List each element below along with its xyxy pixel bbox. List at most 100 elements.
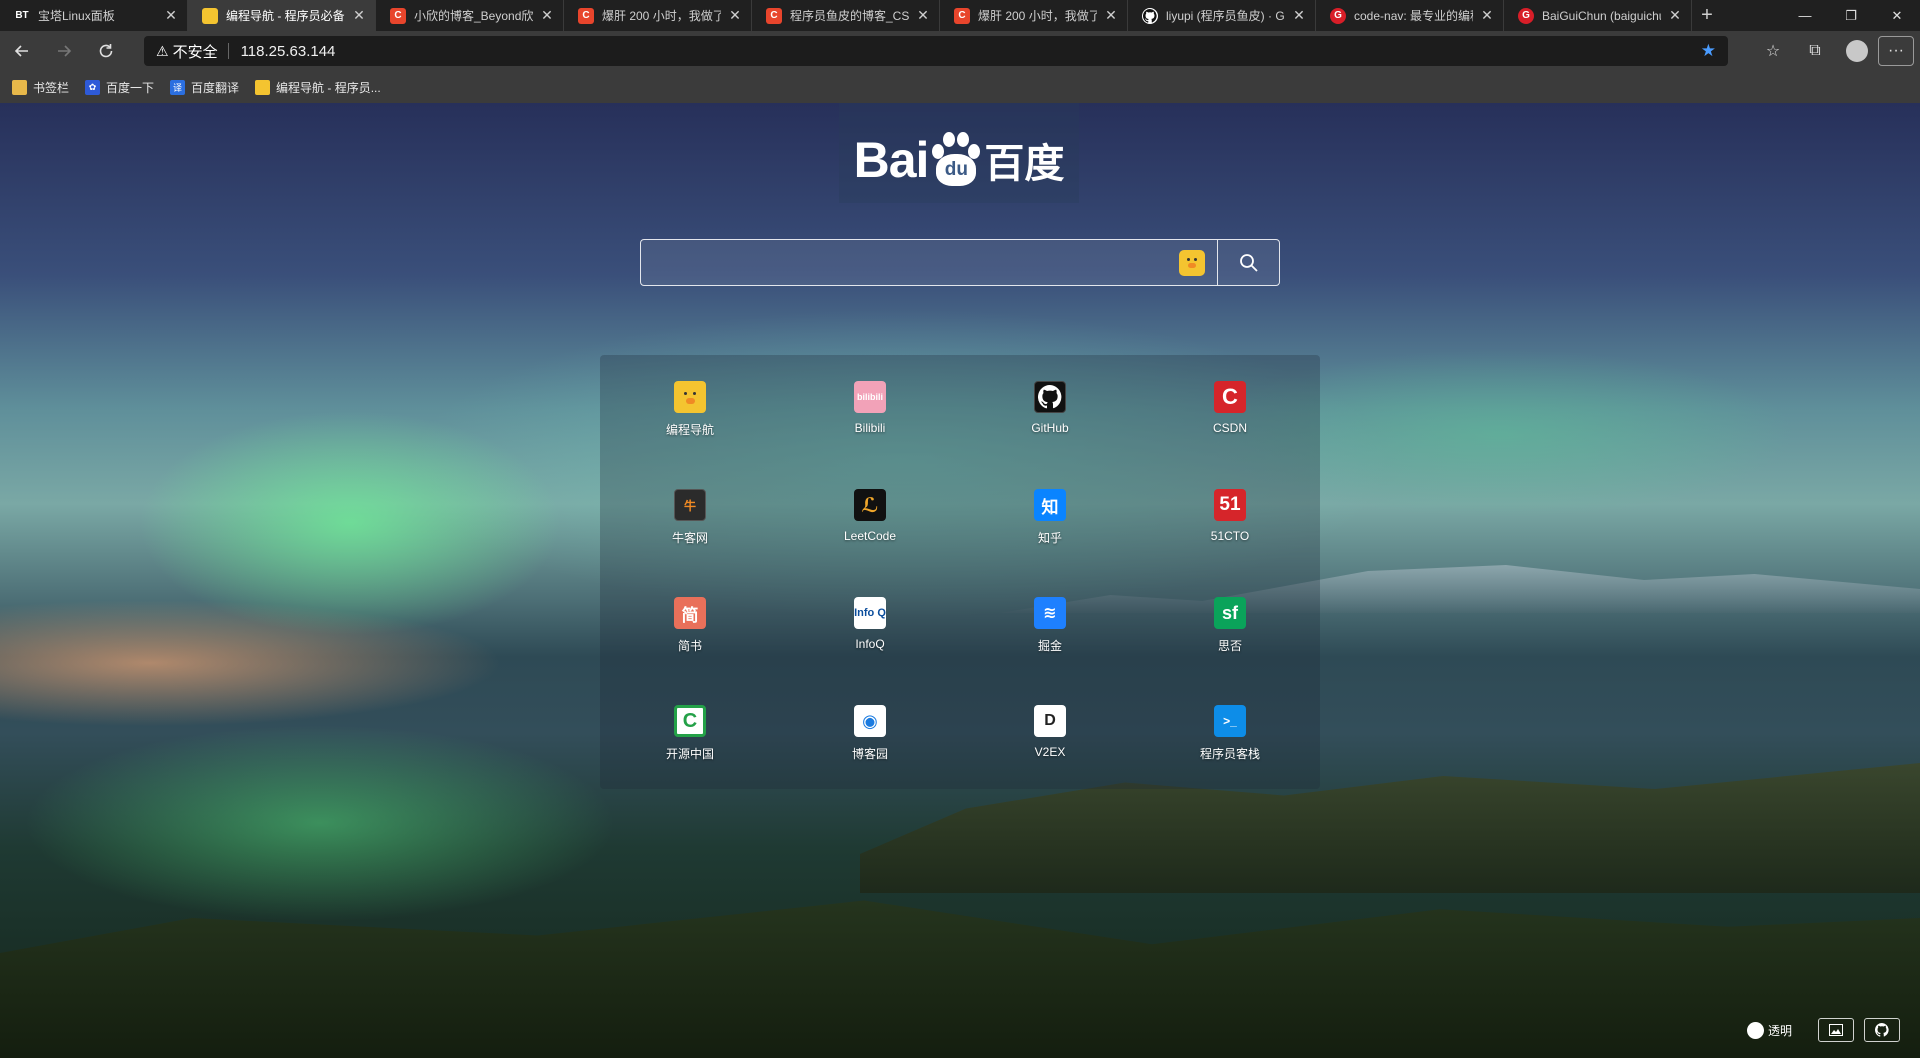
site-tile[interactable]: bilibili Bilibili	[810, 373, 930, 453]
51cto-icon: 51	[1214, 489, 1246, 521]
security-label[interactable]: 不安全	[173, 41, 218, 62]
github-button[interactable]	[1864, 1018, 1900, 1042]
site-tile[interactable]: 51 51CTO	[1170, 481, 1290, 561]
tab-0[interactable]: BT 宝塔Linux面板 ✕	[0, 0, 188, 31]
reload-icon[interactable]	[86, 33, 126, 69]
duck-icon	[202, 7, 218, 24]
tab-title: code-nav: 最专业的编程	[1354, 9, 1473, 23]
tab-5[interactable]: C 爆肝 200 小时，我做了 ✕	[940, 0, 1128, 31]
juejin-icon: ≋	[1034, 597, 1066, 629]
close-icon[interactable]: ✕	[915, 7, 931, 24]
csdn-icon: C	[1214, 381, 1246, 413]
site-tile[interactable]: C 开源中国	[630, 697, 750, 777]
tab-4[interactable]: C 程序员鱼皮的博客_CSD ✕	[752, 0, 940, 31]
site-tile[interactable]: Info Q InfoQ	[810, 589, 930, 669]
minimize-icon[interactable]: —	[1782, 0, 1828, 31]
site-tile[interactable]: ≋ 掘金	[990, 589, 1110, 669]
restore-icon[interactable]: ❐	[1828, 0, 1874, 31]
bookmark-item[interactable]: 书签栏	[12, 79, 69, 96]
bookmark-label: 书签栏	[33, 80, 70, 95]
folder-icon	[12, 79, 27, 95]
tab-7[interactable]: G code-nav: 最专业的编程 ✕	[1316, 0, 1504, 31]
nowcoder-icon: 牛	[674, 489, 706, 521]
site-tile[interactable]: 牛 牛客网	[630, 481, 750, 561]
url-text[interactable]: 118.25.63.144	[241, 43, 1701, 60]
avatar	[1846, 40, 1868, 62]
bookmark-item[interactable]: ✿ 百度一下	[85, 79, 154, 96]
close-icon[interactable]: ✕	[727, 7, 743, 24]
tab-title: 爆肝 200 小时，我做了	[978, 9, 1097, 23]
star-icon[interactable]: ★	[1701, 41, 1716, 61]
tab-8[interactable]: G BaiGuiChun (baiguichun ✕	[1504, 0, 1692, 31]
tab-3[interactable]: C 爆肝 200 小时，我做了 ✕	[564, 0, 752, 31]
baidu-logo[interactable]: Bai du 百度	[839, 103, 1079, 203]
bookmarks-bar: 书签栏 ✿ 百度一下 译 百度翻译 编程导航 - 程序员...	[0, 71, 1920, 103]
infoq-icon: Info Q	[854, 597, 886, 629]
site-tile[interactable]: D V2EX	[990, 697, 1110, 777]
transparent-toggle[interactable]: 透明	[1746, 1021, 1792, 1039]
forward-icon[interactable]	[44, 33, 84, 69]
new-tab-button[interactable]: +	[1692, 0, 1722, 31]
search-button[interactable]	[1217, 240, 1279, 285]
close-icon[interactable]: ✕	[1667, 7, 1683, 24]
site-tile[interactable]: 简 简书	[630, 589, 750, 669]
bottom-controls: 透明	[1746, 1018, 1900, 1042]
close-icon[interactable]: ✕	[163, 7, 179, 24]
site-label: CSDN	[1212, 421, 1247, 435]
close-icon[interactable]: ✕	[1291, 7, 1307, 24]
bt-icon: BT	[15, 10, 29, 21]
site-tile[interactable]: sf 思否	[1170, 589, 1290, 669]
bookmark-label: 百度一下	[106, 80, 155, 95]
paw-text: du	[936, 154, 977, 186]
site-tile[interactable]: 编程导航	[630, 373, 750, 453]
tab-1[interactable]: 编程导航 - 程序员必备 ✕	[188, 0, 376, 31]
close-icon[interactable]: ✕	[351, 7, 367, 24]
window-controls: — ❐ ✕	[1782, 0, 1920, 31]
close-icon[interactable]: ✕	[1103, 7, 1119, 24]
search-input[interactable]	[641, 240, 1179, 285]
bookmark-item[interactable]: 译 百度翻译	[170, 79, 239, 96]
site-tile[interactable]: ◉ 博客园	[810, 697, 930, 777]
tab-6[interactable]: liyupi (程序员鱼皮) · Git ✕	[1128, 0, 1316, 31]
zhihu-icon: 知	[1034, 489, 1066, 521]
site-label: 开源中国	[665, 747, 714, 761]
bilibili-icon: bilibili	[854, 381, 886, 413]
site-label: 牛客网	[671, 531, 708, 545]
logo-text-left: Bai	[853, 132, 930, 188]
v2ex-icon: D	[1034, 705, 1066, 737]
duck-icon	[674, 381, 706, 413]
divider	[227, 43, 229, 59]
site-label: InfoQ	[855, 637, 885, 651]
bookmark-item[interactable]: 编程导航 - 程序员...	[255, 79, 381, 96]
logo-text-right: 百度	[984, 141, 1065, 187]
page-background: Bai du 百度 编程导航 bilibili Bilibili GitHub …	[0, 103, 1920, 1058]
site-tile[interactable]: GitHub	[990, 373, 1110, 453]
favorites-icon[interactable]: ☆	[1752, 33, 1794, 69]
toggle-label: 透明	[1767, 1023, 1792, 1038]
site-label: 知乎	[1037, 531, 1062, 545]
site-label: 掘金	[1037, 639, 1062, 653]
site-label: Bilibili	[854, 421, 886, 435]
close-window-icon[interactable]: ✕	[1874, 0, 1920, 31]
more-menu-icon[interactable]: ···	[1878, 36, 1914, 66]
address-bar[interactable]: ⚠ 不安全 118.25.63.144 ★	[144, 36, 1728, 66]
collections-icon[interactable]: ⧉	[1794, 33, 1836, 69]
tab-2[interactable]: C 小欣的博客_Beyond欣 ✕	[376, 0, 564, 31]
tab-title: 爆肝 200 小时，我做了	[602, 9, 721, 23]
site-grid: 编程导航 bilibili Bilibili GitHub C CSDN 牛 牛…	[600, 355, 1320, 789]
warning-icon[interactable]: ⚠	[156, 43, 169, 60]
site-tile[interactable]: 知 知乎	[990, 481, 1110, 561]
duck-icon[interactable]	[1179, 249, 1205, 276]
cnblogs-icon: ◉	[854, 705, 886, 737]
close-icon[interactable]: ✕	[1479, 7, 1495, 24]
site-tile[interactable]: ℒ LeetCode	[810, 481, 930, 561]
site-tile[interactable]: C CSDN	[1170, 373, 1290, 453]
wallpaper-button[interactable]	[1818, 1018, 1854, 1042]
back-icon[interactable]	[2, 33, 42, 69]
profile-avatar[interactable]	[1836, 33, 1878, 69]
browser-toolbar: ⚠ 不安全 118.25.63.144 ★ ☆ ⧉ ···	[0, 31, 1920, 71]
translate-icon: 译	[170, 79, 186, 95]
close-icon[interactable]: ✕	[539, 7, 555, 24]
site-tile[interactable]: >_ 程序员客栈	[1170, 697, 1290, 777]
paw-icon: du	[930, 132, 982, 188]
